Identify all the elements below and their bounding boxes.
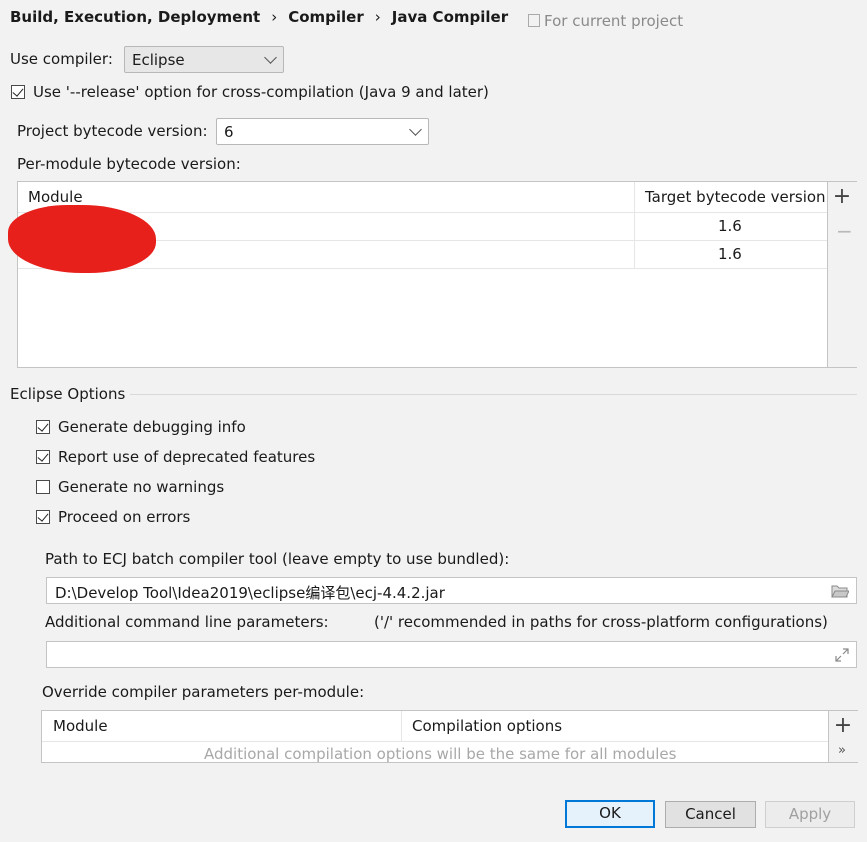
- deprecated-label: Report use of deprecated features: [58, 448, 316, 466]
- use-compiler-label: Use compiler:: [10, 50, 113, 68]
- apply-button[interactable]: Apply: [765, 801, 855, 828]
- project-bytecode-value: 6: [224, 123, 234, 141]
- breadcrumb-separator: ›: [374, 8, 381, 26]
- release-option-checkbox[interactable]: [11, 85, 25, 99]
- ecj-path-field[interactable]: D:\Develop Tool\Idea2019\eclipse编译包\ecj-…: [46, 577, 857, 604]
- breadcrumb-item-compiler[interactable]: Compiler: [288, 8, 364, 26]
- module-version: 1.6: [718, 217, 742, 235]
- add-override-button[interactable]: +: [833, 715, 853, 737]
- cancel-button[interactable]: Cancel: [665, 801, 756, 828]
- compiler-select[interactable]: Eclipse: [124, 46, 284, 73]
- column-header-module[interactable]: Module: [28, 188, 83, 206]
- cmd-params-field[interactable]: [46, 641, 857, 668]
- no-warnings-label: Generate no warnings: [58, 478, 225, 496]
- redaction-scribble: [8, 205, 156, 273]
- chevron-down-icon: [409, 123, 422, 136]
- release-option-label: Use '--release' option for cross-compila…: [33, 83, 489, 101]
- project-bytecode-select[interactable]: 6: [216, 118, 429, 145]
- add-module-button[interactable]: +: [832, 186, 852, 208]
- column-header-compilation-options[interactable]: Compilation options: [412, 717, 562, 735]
- chevron-down-icon: [264, 51, 277, 64]
- proceed-on-errors-label: Proceed on errors: [58, 508, 191, 526]
- eclipse-options-title: Eclipse Options: [10, 385, 126, 403]
- scope-note-text: For current project: [544, 12, 684, 30]
- breadcrumb-item-build[interactable]: Build, Execution, Deployment: [10, 8, 260, 26]
- breadcrumb-item-java-compiler: Java Compiler: [391, 8, 509, 26]
- breadcrumb-separator: ›: [271, 8, 278, 26]
- project-scope-icon: [528, 14, 540, 27]
- remove-module-button[interactable]: −: [836, 219, 853, 243]
- folder-icon[interactable]: [831, 584, 849, 598]
- override-table: Module Compilation options Additional co…: [41, 710, 858, 763]
- per-module-table: Module Target bytecode version 1.6 1.6 +…: [17, 181, 857, 368]
- compiler-select-value: Eclipse: [132, 51, 185, 69]
- more-options-icon[interactable]: »: [838, 743, 846, 758]
- ok-button[interactable]: OK: [565, 800, 655, 828]
- scope-note: For current project: [528, 12, 683, 30]
- per-module-label: Per-module bytecode version:: [17, 155, 241, 173]
- section-divider: [130, 394, 857, 395]
- cmd-params-label: Additional command line parameters:: [45, 613, 329, 631]
- project-bytecode-label: Project bytecode version:: [17, 122, 208, 140]
- cmd-params-hint: ('/' recommended in paths for cross-plat…: [374, 613, 828, 631]
- module-version: 1.6: [718, 245, 742, 263]
- ecj-path-label: Path to ECJ batch compiler tool (leave e…: [45, 550, 510, 568]
- override-label: Override compiler parameters per-module:: [42, 683, 365, 701]
- deprecated-checkbox[interactable]: [36, 450, 50, 464]
- override-empty-text: Additional compilation options will be t…: [204, 745, 677, 763]
- column-header-module[interactable]: Module: [53, 717, 108, 735]
- expand-icon[interactable]: [835, 648, 849, 662]
- proceed-on-errors-checkbox[interactable]: [36, 510, 50, 524]
- column-header-target-version[interactable]: Target bytecode version: [645, 188, 826, 206]
- breadcrumb: Build, Execution, Deployment › Compiler › Ja…: [10, 8, 508, 26]
- no-warnings-checkbox[interactable]: [36, 480, 50, 494]
- ecj-path-value: D:\Develop Tool\Idea2019\eclipse编译包\ecj-…: [55, 584, 445, 602]
- debug-info-checkbox[interactable]: [36, 420, 50, 434]
- debug-info-label: Generate debugging info: [58, 418, 246, 436]
